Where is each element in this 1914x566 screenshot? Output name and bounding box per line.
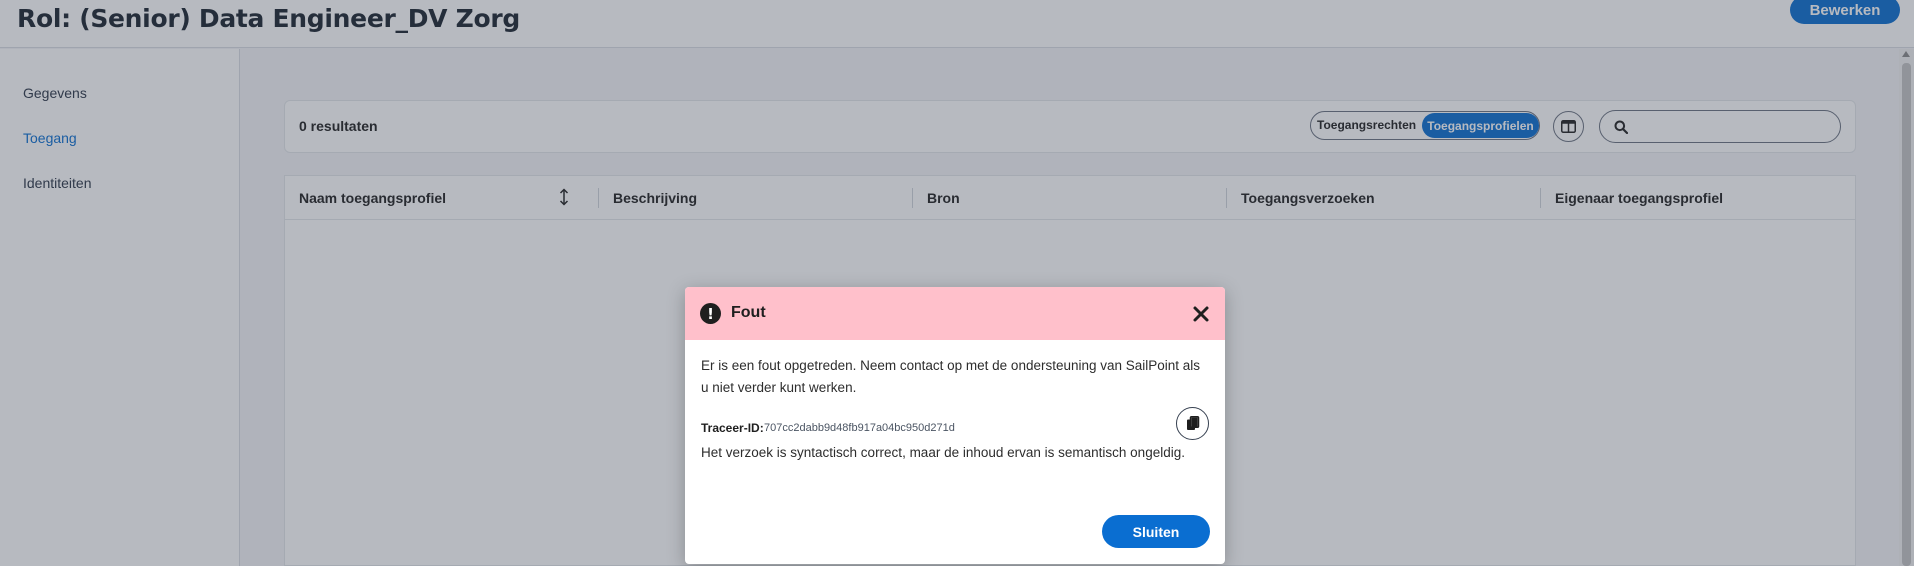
error-detail: Het verzoek is syntactisch correct, maar… [701,445,1185,460]
error-icon: ! [700,303,721,324]
copy-trace-id-button[interactable] [1176,407,1209,440]
dialog-title: Fout [731,304,766,321]
trace-id-value: 707cc2dabb9d48fb917a04bc950d271d [764,422,955,434]
close-dialog-button[interactable]: Sluiten [1102,515,1210,548]
dialog-header: ! Fout [685,287,1225,340]
error-dialog: ! Fout Er is een fout opgetreden. Neem c… [685,287,1225,564]
error-message: Er is een fout opgetreden. Neem contact … [701,358,1201,395]
trace-id-label: Traceer-ID: [701,421,764,435]
copy-icon [1186,416,1199,430]
close-icon[interactable] [1191,304,1211,324]
